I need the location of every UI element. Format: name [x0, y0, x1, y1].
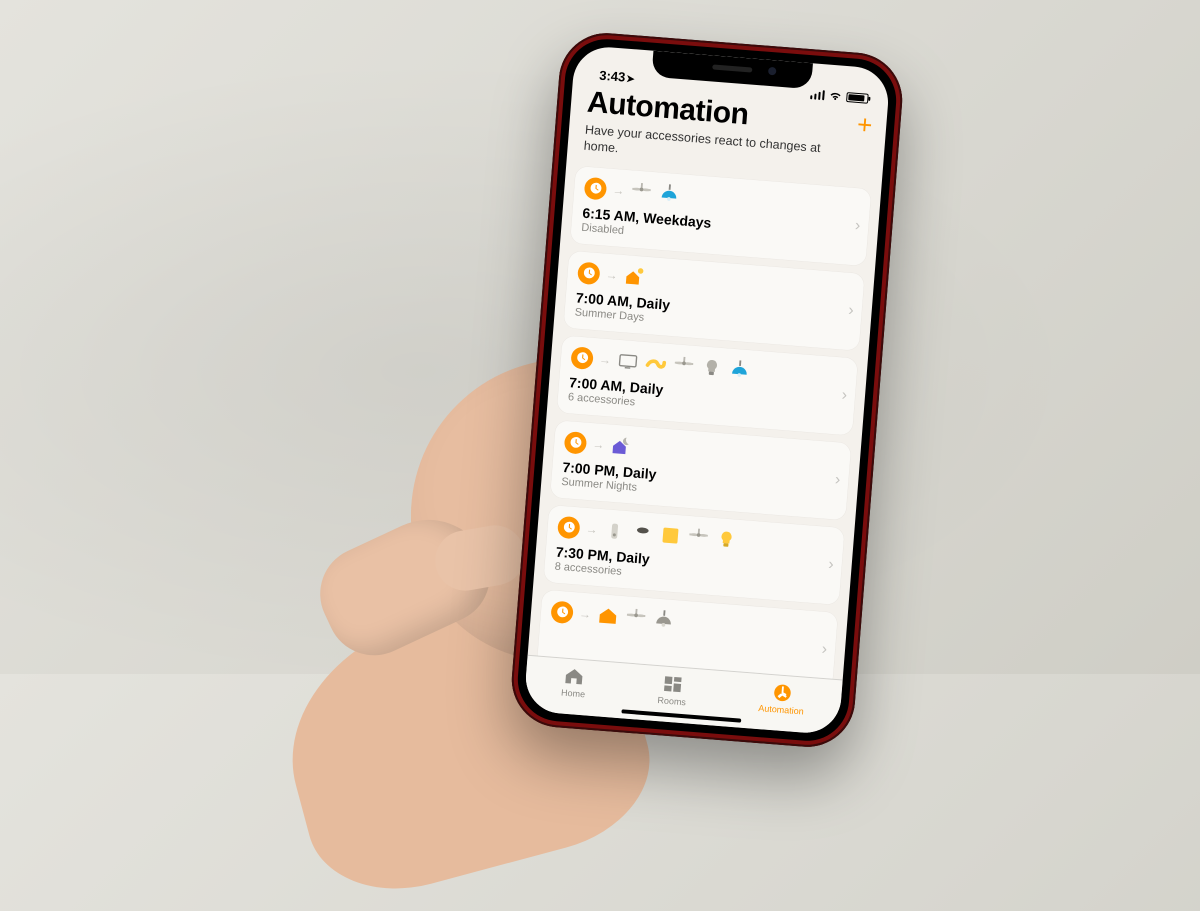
fan-icon: [630, 180, 654, 204]
tab-home[interactable]: Home: [561, 665, 588, 700]
panel-icon: [659, 523, 683, 547]
automation-row[interactable]: → 7:00 AM, Daily Summer Days ›: [563, 250, 864, 350]
automation-row[interactable]: → 7:00 PM, Daily Summer Nights ›: [550, 420, 851, 520]
bulb-grey-icon: [700, 356, 724, 380]
location-indicator-icon: ➤: [626, 74, 635, 86]
arrow-icon: →: [605, 267, 618, 282]
automation-row[interactable]: → 7:00 AM, Daily 6 accessories ›: [557, 335, 858, 435]
cell-signal-icon: [810, 89, 825, 100]
tab-automation[interactable]: Automation: [758, 680, 806, 716]
clock-trigger-icon: [550, 600, 574, 624]
screen: 3:43➤ Automation Have your accessories r…: [523, 45, 890, 736]
arrow-icon: →: [612, 182, 625, 197]
wifi-icon: [828, 91, 843, 102]
arrow-icon: →: [579, 606, 592, 621]
bulb-yellow-icon: [715, 528, 739, 552]
nightfall-house-icon: [610, 434, 634, 458]
chevron-right-icon: ›: [854, 217, 861, 235]
tab-label: Rooms: [657, 695, 686, 707]
chevron-right-icon: ›: [841, 387, 848, 405]
chevron-right-icon: ›: [834, 471, 841, 489]
puck-icon: [631, 521, 655, 545]
clock-trigger-icon: [577, 261, 601, 285]
sunrise-house-icon: [623, 265, 647, 289]
add-automation-button[interactable]: +: [856, 109, 874, 141]
clock-trigger-icon: [564, 431, 588, 455]
pendant-blue-icon: [657, 182, 681, 206]
rooms-tab-icon: [661, 672, 685, 696]
fan-icon: [687, 525, 711, 549]
chevron-right-icon: ›: [848, 302, 855, 320]
iphone-device: 3:43➤ Automation Have your accessories r…: [508, 30, 906, 751]
clock-trigger-icon: [570, 346, 594, 370]
tab-label: Automation: [758, 703, 804, 717]
pendant-grey-icon: [652, 608, 676, 632]
arrow-icon: →: [585, 521, 598, 536]
chevron-right-icon: ›: [828, 556, 835, 574]
battery-icon: [846, 92, 869, 104]
arrow-icon: →: [592, 437, 605, 452]
home-tab-icon: [563, 665, 587, 689]
tab-rooms[interactable]: Rooms: [657, 672, 688, 707]
chevron-right-icon: ›: [821, 640, 828, 658]
automation-icon-row: →: [550, 600, 827, 644]
status-time: 3:43➤: [599, 68, 635, 86]
pendant-blue-icon: [728, 358, 752, 382]
automation-list[interactable]: → 6:15 AM, Weekdays Disabled › → 7:00 AM…: [528, 161, 882, 680]
sensor-icon: [603, 519, 627, 543]
fan-icon: [624, 606, 648, 630]
strip-icon: [644, 352, 668, 376]
clock-trigger-icon: [584, 176, 608, 200]
automation-row[interactable]: → 7:30 PM, Daily 8 accessories ›: [543, 504, 844, 604]
house-orange-icon: [596, 604, 620, 628]
tab-label: Home: [561, 688, 586, 700]
automation-tab-icon: [771, 681, 795, 705]
clock-trigger-icon: [557, 515, 581, 539]
fan-icon: [672, 354, 696, 378]
tv-icon: [616, 349, 640, 373]
arrow-icon: →: [599, 352, 612, 367]
